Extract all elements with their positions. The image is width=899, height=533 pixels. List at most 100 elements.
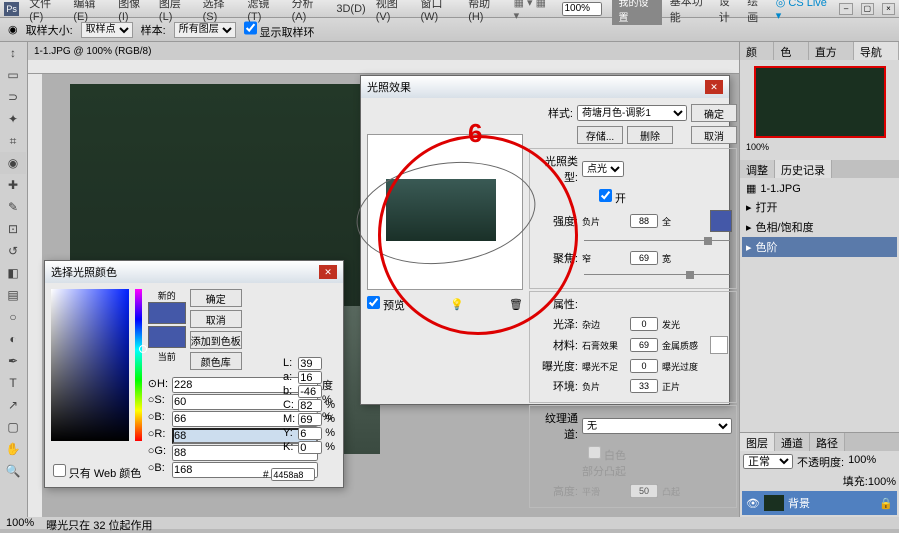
ambience-input[interactable] [630, 379, 658, 393]
menu-view[interactable]: 视图(V) [376, 0, 411, 23]
workspace-basic[interactable]: 基本功能 [670, 0, 711, 25]
layer-background[interactable]: 👁 背景 🔒 [742, 491, 897, 515]
gloss-input[interactable] [630, 317, 658, 331]
zoom-tool[interactable]: 🔍 [0, 460, 26, 482]
menu-layer[interactable]: 图层(L) [159, 0, 193, 23]
path-tool[interactable]: ↗ [0, 394, 26, 416]
bb-input[interactable] [298, 385, 322, 398]
ok-button[interactable]: 确定 [691, 104, 737, 122]
workspace-design[interactable]: 设计 [719, 0, 740, 25]
white-high-check[interactable]: 白色部分凸起 [582, 446, 626, 479]
menu-select[interactable]: 选择(S) [203, 0, 238, 23]
tab-color[interactable]: 颜色 [740, 42, 774, 60]
eye-icon[interactable]: 👁 [746, 497, 760, 510]
a-input[interactable] [298, 371, 322, 384]
max-icon[interactable]: ▢ [861, 3, 874, 15]
eyedropper-tool[interactable]: ◉ [0, 152, 26, 174]
light-type-select[interactable]: 点光 [582, 161, 624, 177]
history-snapshot[interactable]: ▦ 1-1.JPG [742, 180, 897, 197]
delete-button[interactable]: 删除 [627, 126, 673, 144]
ok-button[interactable]: 确定 [190, 289, 242, 307]
style-select[interactable]: 荷塘月色-调影1 [577, 105, 687, 121]
eyedropper-icon: ◉ [8, 23, 18, 36]
focus-slider[interactable] [584, 270, 730, 280]
menu-file[interactable]: 文件(F) [29, 0, 63, 23]
status-info: 曝光只在 32 位起作用 [46, 517, 152, 529]
eraser-tool[interactable]: ◧ [0, 262, 26, 284]
on-check[interactable]: 开 [582, 189, 626, 206]
show-ring-check[interactable]: 显示取样环 [244, 20, 315, 40]
close-icon[interactable]: × [882, 3, 895, 15]
stamp-tool[interactable]: ⊡ [0, 218, 26, 240]
workspace-paint[interactable]: 绘画 [747, 0, 768, 25]
shape-tool[interactable]: ▢ [0, 416, 26, 438]
lasso-tool[interactable]: ⊃ [0, 86, 26, 108]
tab-paths[interactable]: 路径 [810, 433, 845, 451]
light-color-swatch[interactable] [710, 336, 728, 354]
hand-tool[interactable]: ✋ [0, 438, 26, 460]
wand-tool[interactable]: ✦ [0, 108, 26, 130]
crop-tool[interactable]: ⌗ [0, 130, 26, 152]
material-input[interactable] [630, 338, 658, 352]
tab-histogram[interactable]: 直方图 [809, 42, 854, 60]
brush-tool[interactable]: ✎ [0, 196, 26, 218]
my-settings-button[interactable]: 我的设置 [612, 0, 661, 25]
tab-history[interactable]: 历史记录 [775, 160, 832, 178]
dodge-tool[interactable]: ◐ [0, 328, 26, 350]
cslive-button[interactable]: ◎ CS Live ▾ [776, 0, 832, 22]
tab-swatch[interactable]: 色板 [774, 42, 808, 60]
tab-navigator[interactable]: 导航器 [854, 42, 899, 60]
tab-channels[interactable]: 通道 [775, 433, 810, 451]
save-button[interactable]: 存储... [577, 126, 623, 144]
l-input[interactable] [298, 357, 322, 370]
sample-size-select[interactable]: 取样点 [81, 22, 133, 38]
dialog-title: 光照效果 [367, 79, 411, 95]
heal-tool[interactable]: ✚ [0, 174, 26, 196]
menu-help[interactable]: 帮助(H) [468, 0, 503, 23]
intensity-input[interactable] [630, 214, 658, 228]
preview-check[interactable]: 预览 [367, 296, 405, 313]
cancel-button[interactable]: 取消 [691, 126, 737, 144]
sample-select[interactable]: 所有图层 [174, 22, 236, 38]
texchan-select[interactable]: 无 [582, 418, 732, 434]
min-icon[interactable]: – [839, 3, 852, 15]
m-input[interactable] [298, 413, 322, 426]
history-item[interactable]: ▸ 色阶 [742, 237, 897, 257]
type-tool[interactable]: T [0, 372, 26, 394]
k-input[interactable] [298, 441, 322, 454]
tab-layers[interactable]: 图层 [740, 433, 775, 451]
cancel-button[interactable]: 取消 [190, 310, 242, 328]
blend-mode-select[interactable]: 正常 [743, 454, 793, 469]
pen-tool[interactable]: ✒ [0, 350, 26, 372]
move-tool[interactable]: ↕ [0, 42, 26, 64]
close-icon[interactable]: ✕ [705, 80, 723, 94]
y-input[interactable] [298, 427, 322, 440]
web-only-check[interactable]: 只有 Web 颜色 [53, 464, 141, 481]
ruler-horizontal [28, 60, 739, 74]
document-tab[interactable]: 1-1.JPG @ 100% (RGB/8) [28, 42, 739, 60]
hue-slider[interactable] [135, 289, 142, 441]
color-swatch[interactable] [710, 210, 732, 232]
navigator-thumb[interactable] [754, 66, 886, 138]
gradient-tool[interactable]: ▤ [0, 284, 26, 306]
color-lib-button[interactable]: 颜色库 [190, 352, 242, 370]
menu-3d[interactable]: 3D(D) [336, 3, 365, 15]
focus-input[interactable] [630, 251, 658, 265]
menu-image[interactable]: 图像(I) [118, 0, 149, 23]
c-input[interactable] [298, 399, 322, 412]
menu-window[interactable]: 窗口(W) [421, 0, 459, 23]
tab-adjust[interactable]: 调整 [740, 160, 775, 178]
blur-tool[interactable]: ○ [0, 306, 26, 328]
intensity-slider[interactable] [584, 236, 730, 246]
marquee-tool[interactable]: ▭ [0, 64, 26, 86]
color-field[interactable] [51, 289, 129, 441]
zoom-combo[interactable] [562, 2, 602, 16]
menu-edit[interactable]: 编辑(E) [73, 0, 108, 23]
add-swatch-button[interactable]: 添加到色板 [190, 331, 242, 349]
history-item[interactable]: ▸ 色相/饱和度 [742, 217, 897, 237]
close-icon[interactable]: ✕ [319, 265, 337, 279]
history-item[interactable]: ▸ 打开 [742, 197, 897, 217]
hex-value[interactable]: # [263, 468, 315, 481]
history-brush-tool[interactable]: ↺ [0, 240, 26, 262]
exposure-input[interactable] [630, 359, 658, 373]
